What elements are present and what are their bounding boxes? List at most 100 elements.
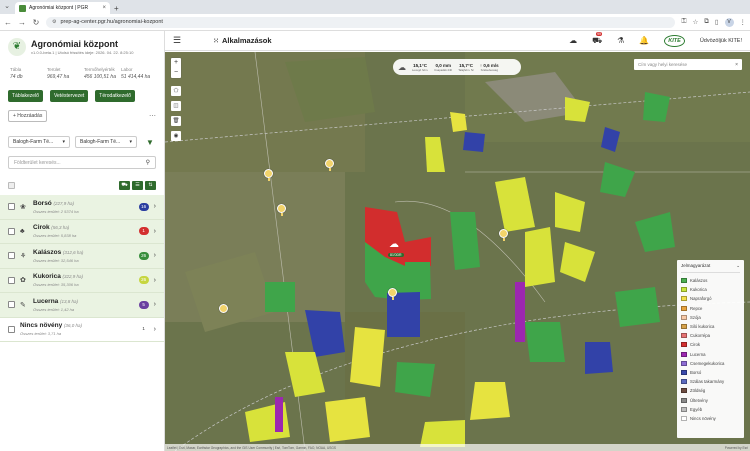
alfalfa-icon: ✎ (20, 301, 26, 309)
tab-menu-icon[interactable]: ⌄ (3, 3, 11, 11)
trash-icon[interactable]: 🗑 (171, 116, 181, 126)
row-checkbox[interactable] (8, 276, 15, 284)
add-row: + Hozzáadás ⋯ (0, 102, 164, 122)
extensions-icon[interactable]: ⧉ (704, 18, 709, 26)
legend-item: Siló kukorica (681, 322, 740, 331)
select-all-checkbox[interactable] (8, 182, 15, 189)
field-search-input[interactable]: Földterület keresés... ⚲ (8, 156, 156, 169)
legend-header[interactable]: Jelmagyarázat ⌄ (681, 263, 740, 273)
chevron-right-icon[interactable]: › (154, 228, 156, 235)
legend-label: Repce (690, 305, 703, 311)
wheat-icon: ⚘ (20, 252, 27, 260)
add-button[interactable]: + Hozzáadás (8, 110, 48, 122)
tractor-view-icon[interactable]: ⛟ (119, 181, 130, 190)
legend-item: Repce (681, 304, 740, 313)
browser-toolbar: ⚿ ☆ ⧉ ▯ V ⋮ (681, 17, 747, 27)
crop-total: Összes terület: 3,71 ha (20, 331, 62, 337)
close-tab-icon[interactable]: × (102, 5, 106, 11)
map-pin[interactable] (277, 204, 287, 216)
count-badge: 26 (138, 276, 149, 285)
row-checkbox[interactable] (8, 301, 15, 309)
key-icon[interactable]: ⚿ (681, 18, 686, 26)
notification-badge: 99 (596, 31, 602, 36)
sort-icon[interactable]: ⇅ (145, 181, 156, 190)
cloud-download-icon[interactable]: ☁ (569, 36, 577, 45)
draw-tool-icon[interactable]: ⬠ (171, 86, 181, 96)
crop-row-kalaszos[interactable]: ⚘ Kalászos (312,6 ha) Összes terület: 32… (0, 244, 164, 269)
more-options-icon[interactable]: ⋯ (149, 112, 156, 120)
browser-tab[interactable]: Agronómiai központ | PGR × (15, 2, 110, 14)
fields-button[interactable]: Táblakezelő (8, 90, 43, 102)
stats-row: Tábla 74 db Terület 969,47 ha Termőhelyé… (0, 57, 164, 80)
apps-launcher[interactable]: ⁙ Alkalmazások (213, 36, 272, 45)
stat-label: Tábla (10, 67, 22, 72)
crop-row-nincs[interactable]: Nincs növény (36,0 ha) Összes terület: 3… (0, 317, 164, 342)
row-checkbox[interactable] (8, 227, 15, 235)
row-checkbox[interactable] (8, 325, 15, 333)
farm-select-2[interactable]: Balogh-Farm Té... ▾ (75, 136, 137, 148)
back-button[interactable]: ← (4, 18, 12, 27)
tractor-notifications-icon[interactable]: ⛟ 99 (592, 31, 602, 46)
crop-total: Összes terület: 5,838 ha (33, 233, 77, 239)
row-checkbox[interactable] (8, 203, 15, 211)
crop-row-borso[interactable]: ❀ Borsó (227,9 ha) Összes terület: 2 537… (0, 195, 164, 220)
url-field[interactable]: ⚙ prep-ag-center.pgr.hu/agronomiai-kozpo… (46, 16, 676, 28)
cloud-marker-icon[interactable]: ☁ (389, 239, 399, 250)
legend-swatch (681, 333, 687, 339)
legend-swatch (681, 314, 687, 320)
leaf-logo-icon: ❦ (8, 38, 26, 56)
sidepanel-icon[interactable]: ▯ (715, 18, 719, 26)
legend-items: Kalászos Kukorica Napraforgó Repce Szója Siló… (681, 276, 740, 423)
chevron-right-icon[interactable]: › (154, 203, 156, 210)
bookmark-star-icon[interactable]: ☆ (692, 18, 698, 26)
weather-widget: ☁ 15,1°C Levegő hőm. 0,0 mm Csapadék 24h… (393, 59, 521, 75)
search-icon[interactable]: ⚲ (146, 159, 150, 166)
legend-item: Csemegekukorica (681, 359, 740, 368)
farm-select-1[interactable]: Balogh-Farm Té... ▾ (8, 136, 70, 148)
legend-item: Zöldség (681, 386, 740, 395)
crop-row-kukorica[interactable]: ✿ Kukorica (322,9 ha) Összes terület: 35… (0, 268, 164, 293)
map-pin[interactable] (264, 169, 274, 181)
profile-avatar[interactable]: V (724, 17, 734, 27)
row-checkbox[interactable] (8, 252, 15, 260)
menu-icon[interactable]: ☰ (173, 35, 181, 46)
crop-planner-button[interactable]: Vetéstervezet (49, 90, 89, 102)
chevron-right-icon[interactable]: › (154, 326, 156, 333)
camera-icon[interactable]: ◉ (171, 131, 181, 141)
chevron-right-icon[interactable]: › (154, 277, 156, 284)
reload-button[interactable]: ↻ (32, 18, 40, 27)
new-tab-button[interactable]: + (114, 4, 119, 13)
filter-icon[interactable]: ▼ (146, 138, 154, 147)
chevron-right-icon[interactable]: › (154, 252, 156, 259)
map-pin[interactable] (325, 159, 335, 171)
crop-row-lucerna[interactable]: ✎ Lucerna (13,8 ha) Összes terület: 1,42… (0, 293, 164, 318)
zoom-out-button[interactable]: − (171, 68, 181, 78)
powered-by-text: Powered by Esri (724, 445, 748, 450)
soil-manager-button[interactable]: Térodatkezelő (95, 90, 135, 102)
legend-swatch (681, 369, 687, 375)
list-view-icon[interactable]: ☰ (132, 181, 143, 190)
crop-total: Összes terület: 1,42 ha (33, 306, 75, 312)
crop-name: Cirok (33, 224, 50, 232)
map-address-search[interactable]: Cím vagy helyi keresése × (634, 59, 742, 70)
legend-swatch (681, 351, 687, 357)
site-info-icon[interactable]: ⚙ (52, 19, 56, 25)
browser-menu-icon[interactable]: ⋮ (740, 18, 747, 26)
crop-row-cirok[interactable]: ♣ Cirok (56,3 ha) Összes terület: 5,838 … (0, 219, 164, 244)
bell-icon[interactable]: 🔔 (639, 36, 649, 45)
map-view[interactable]: + − ⬠ ◫ 🗑 ◉ ☁ 15,1°C Levegő hőm. 0,0 mm … (165, 52, 750, 451)
map-pin[interactable] (499, 229, 509, 241)
cluster-marker[interactable] (219, 304, 229, 316)
chevron-down-icon: ⌄ (736, 263, 740, 268)
layers-icon[interactable]: ◫ (171, 101, 181, 111)
pin-stem (328, 168, 331, 171)
chevron-right-icon[interactable]: › (154, 301, 156, 308)
legend-item: Egyéb (681, 405, 740, 414)
filter-row: Balogh-Farm Té... ▾ Balogh-Farm Té... ▾ … (0, 122, 164, 148)
zoom-in-button[interactable]: + (171, 58, 181, 68)
map-pin[interactable] (388, 288, 398, 300)
clear-icon[interactable]: × (735, 62, 738, 68)
legend-label: Kukorica (690, 287, 707, 293)
fire-extinguisher-icon[interactable]: ⚗ (617, 36, 624, 45)
forward-button[interactable]: → (18, 18, 26, 27)
